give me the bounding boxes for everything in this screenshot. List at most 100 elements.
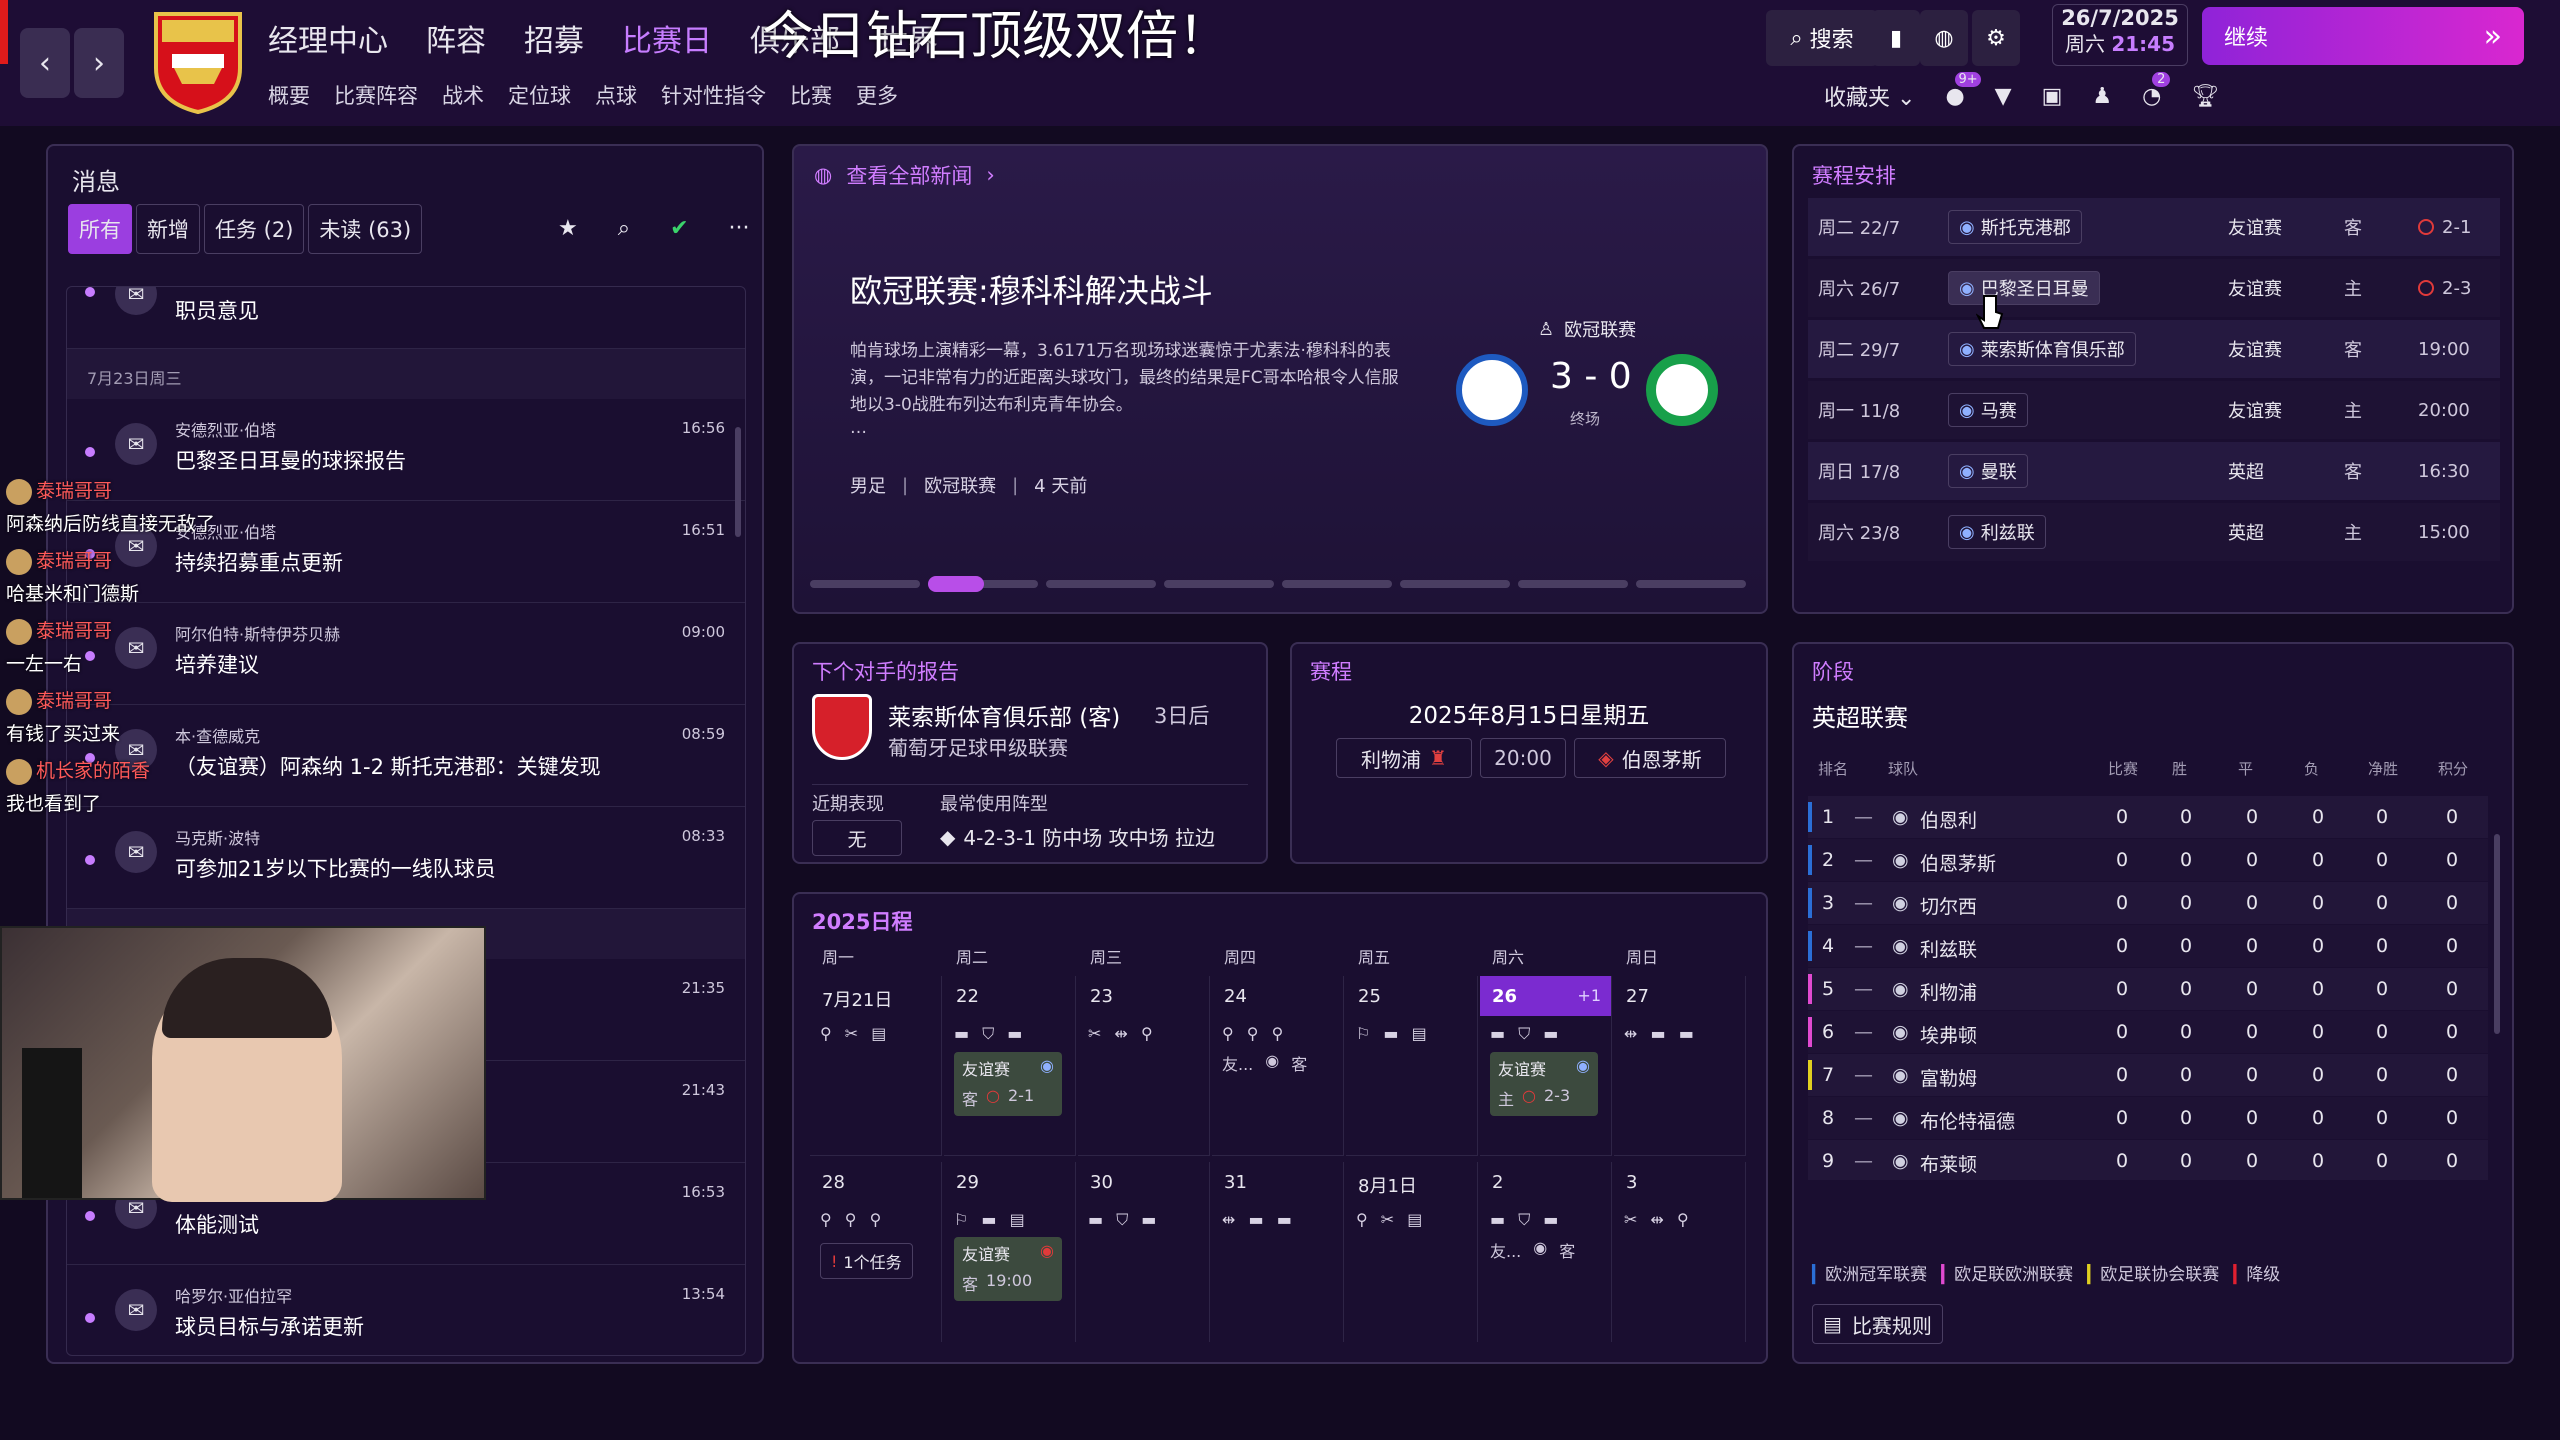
trophy-icon[interactable]: 🏆︎ [2191, 84, 2219, 109]
calendar-day[interactable]: 26 +1 ▬ ⛉ ▬ 友谊赛 ◉ 主 ○ 2-3 [1480, 976, 1612, 1156]
calendar-day[interactable]: 3 ✂ ⇹ ⚲ [1614, 1162, 1746, 1342]
calendar-match-short[interactable]: 友... ◉ 客 [1222, 1051, 1333, 1075]
nav-squad[interactable]: 阵容 [426, 16, 486, 60]
fixture-opponent[interactable]: ◉ 斯托克港郡 [1948, 210, 2082, 244]
calendar-day[interactable]: 2 ▬ ⛉ ▬ 友... ◉ 客 [1480, 1162, 1612, 1342]
table-row[interactable]: 1 — ◉ 伯恩利 0 0 0 0 0 0 [1808, 796, 2488, 838]
fixture-opponent[interactable]: ◉ 利兹联 [1948, 515, 2046, 549]
calendar-day[interactable]: 31 ⇹ ▬ ▬ [1212, 1162, 1344, 1342]
back-button[interactable]: ‹ [20, 28, 70, 98]
task-chip[interactable]: ! 1个任务 [820, 1243, 913, 1279]
calendar-day[interactable]: 29 ⚐ ▬ ▤ 友谊赛 ◉ 客 19:00 [944, 1162, 1076, 1342]
carousel-dot[interactable] [1400, 580, 1510, 588]
globe-button[interactable]: ◍ [1920, 10, 1968, 66]
message-item[interactable]: ✉ 哈罗尔·亚伯拉罕 球员目标与承诺更新 13:54 [67, 1265, 745, 1355]
tab-new[interactable]: 新增 [136, 204, 200, 254]
match-panel[interactable]: 赛程 2025年8月15日星期五 利物浦 ♜ 20:00 ◈ 伯恩茅斯 [1290, 642, 1768, 864]
calendar-day[interactable]: 24 ⚲ ⚲ ⚲ 友... ◉ 客 [1212, 976, 1344, 1156]
subnav-opposition[interactable]: 针对性指令 [661, 80, 766, 110]
subnav-match[interactable]: 比赛 [790, 80, 832, 110]
tab-all[interactable]: 所有 [68, 204, 132, 254]
staff-icon[interactable]: ♟ [2092, 84, 2112, 109]
nav-recruit[interactable]: 招募 [524, 16, 584, 60]
check-icon[interactable]: ✔ [670, 216, 688, 241]
calendar-day[interactable]: 27 ⇹ ▬ ▬ [1614, 976, 1746, 1156]
table-scrollbar[interactable] [2494, 834, 2500, 1034]
message-item[interactable]: ✉ 马克斯·波特 可参加21岁以下比赛的一线队球员 08:33 [67, 807, 745, 909]
table-row[interactable]: 7 — ◉ 富勒姆 0 0 0 0 0 0 [1808, 1054, 2488, 1096]
calendar-match-short[interactable]: 友... ◉ 客 [1490, 1238, 1601, 1262]
table-row[interactable]: 5 — ◉ 利物浦 0 0 0 0 0 0 [1808, 968, 2488, 1010]
table-row[interactable]: 8 — ◉ 布伦特福德 0 0 0 0 0 0 [1808, 1097, 2488, 1139]
continue-button[interactable]: 继续 » [2202, 7, 2524, 65]
calendar-day[interactable]: 8月1日 ⚲ ✂ ▤ [1346, 1162, 1478, 1342]
fixture-row[interactable]: 周六 23/8 ◉ 利兹联 英超 主 15:00 [1808, 503, 2500, 561]
fixture-row[interactable]: 周日 17/8 ◉ 曼联 英超 客 16:30 [1808, 442, 2500, 500]
all-news-link[interactable]: ◍ 查看全部新闻 › [814, 160, 995, 190]
chat-icon[interactable]: ● 9+ [1945, 71, 1981, 109]
message-item[interactable]: ✉ 本·查德威克 （友谊赛）阿森纳 1-2 斯托克港郡：关键发现 08:59 [67, 705, 745, 807]
carousel-dot[interactable] [1636, 580, 1746, 588]
nav-matchday[interactable]: 比赛日 [622, 16, 712, 60]
nav-manager[interactable]: 经理中心 [268, 16, 388, 60]
search-button[interactable]: ⌕ 搜索 [1766, 10, 1878, 66]
message-item[interactable]: ✉ 职员意见 [67, 287, 745, 349]
calendar-day[interactable]: 30 ▬ ⛉ ▬ [1078, 1162, 1210, 1342]
star-icon[interactable]: ★ [558, 216, 578, 241]
tab-unread[interactable]: 未读 (63) [308, 204, 423, 254]
subnav-more[interactable]: 更多 [856, 80, 898, 110]
calendar-day[interactable]: 7月21日 ⚲ ✂ ▤ [810, 976, 942, 1156]
table-row[interactable]: 2 — ◉ 伯恩茅斯 0 0 0 0 0 0 [1808, 839, 2488, 881]
favorites-dropdown[interactable]: 收藏夹 ⌄ [1824, 80, 1915, 112]
fixture-opponent[interactable]: ◉ 马赛 [1948, 393, 2028, 427]
calendar-match[interactable]: 友谊赛 ◉ 客 ○ 2-1 [954, 1052, 1062, 1116]
subnav-lineup[interactable]: 比赛阵容 [334, 80, 418, 110]
subnav-overview[interactable]: 概要 [268, 80, 310, 110]
fixture-row[interactable]: 周二 22/7 ◉ 斯托克港郡 友谊赛 客 2-1 [1808, 198, 2500, 256]
more-icon[interactable]: ··· [729, 216, 750, 241]
game-date[interactable]: 26/7/2025 周六 21:45 [2052, 4, 2188, 66]
forward-button[interactable]: › [74, 28, 124, 98]
calendar-day[interactable]: 23 ✂ ⇹ ⚲ [1078, 976, 1210, 1156]
fixture-opponent[interactable]: ◉ 巴黎圣日耳曼 [1948, 271, 2100, 305]
settings-button[interactable]: ⚙ [1972, 10, 2020, 66]
carousel-dot-active[interactable] [928, 576, 1038, 592]
calendar-day[interactable]: 25 ⚐ ▬ ▤ [1346, 976, 1478, 1156]
opponent-report-panel[interactable]: 下个对手的报告 莱索斯体育俱乐部 (客) 3日后 葡萄牙足球甲级联赛 近期表现 … [792, 642, 1268, 864]
clipboard-icon[interactable]: ▣ [2042, 84, 2063, 109]
calendar-day[interactable]: 22 ▬ ⛉ ▬ 友谊赛 ◉ 客 ○ 2-1 [944, 976, 1076, 1156]
league-name[interactable]: 英超联赛 [1812, 698, 1908, 733]
subnav-setpieces[interactable]: 定位球 [508, 80, 571, 110]
subnav-penalties[interactable]: 点球 [595, 80, 637, 110]
home-team[interactable]: 利物浦 ♜ [1336, 738, 1472, 778]
carousel-dot[interactable] [1282, 580, 1392, 588]
table-row[interactable]: 4 — ◉ 利兹联 0 0 0 0 0 0 [1808, 925, 2488, 967]
table-row[interactable]: 9 — ◉ 布莱顿 0 0 0 0 0 0 [1808, 1140, 2488, 1180]
shirt-icon[interactable]: ▼ [1995, 84, 2012, 109]
carousel-dot[interactable] [810, 580, 920, 588]
bookmark-button[interactable]: ▮ [1872, 10, 1920, 66]
rules-button[interactable]: ▤ 比赛规则 [1812, 1304, 1943, 1344]
messages-icon[interactable]: ◔ 2 [2142, 71, 2171, 109]
calendar-day[interactable]: 28 ⚲ ⚲ ⚲! 1个任务 [810, 1162, 942, 1342]
carousel-dot[interactable] [1518, 580, 1628, 588]
subnav-tactics[interactable]: 战术 [442, 80, 484, 110]
message-scrollbar[interactable] [735, 427, 741, 537]
fixture-row[interactable]: 周六 26/7 ◉ 巴黎圣日耳曼 友谊赛 主 2-3 [1808, 259, 2500, 317]
fixture-row[interactable]: 周一 11/8 ◉ 马赛 友谊赛 主 20:00 [1808, 381, 2500, 439]
message-item[interactable]: ✉ 阿尔伯特·斯特伊芬贝赫 培养建议 09:00 [67, 603, 745, 705]
carousel-dot[interactable] [1046, 580, 1156, 588]
fixture-opponent[interactable]: ◉ 莱索斯体育俱乐部 [1948, 332, 2136, 366]
search-icon[interactable]: ⌕ [618, 216, 630, 241]
table-row[interactable]: 6 — ◉ 埃弗顿 0 0 0 0 0 0 [1808, 1011, 2488, 1053]
carousel-dot[interactable] [1164, 580, 1274, 588]
table-row[interactable]: 3 — ◉ 切尔西 0 0 0 0 0 0 [1808, 882, 2488, 924]
calendar-match[interactable]: 友谊赛 ◉ 客 19:00 [954, 1237, 1062, 1301]
fixture-row[interactable]: 周二 29/7 ◉ 莱索斯体育俱乐部 友谊赛 客 19:00 [1808, 320, 2500, 378]
away-team[interactable]: ◈ 伯恩茅斯 [1574, 738, 1726, 778]
fixture-opponent[interactable]: ◉ 曼联 [1948, 454, 2028, 488]
news-headline[interactable]: 欧冠联赛:穆科科解决战斗 [850, 266, 1213, 312]
club-crest-icon[interactable] [152, 10, 244, 114]
tab-tasks[interactable]: 任务 (2) [204, 204, 305, 254]
calendar-match[interactable]: 友谊赛 ◉ 主 ○ 2-3 [1490, 1052, 1598, 1116]
